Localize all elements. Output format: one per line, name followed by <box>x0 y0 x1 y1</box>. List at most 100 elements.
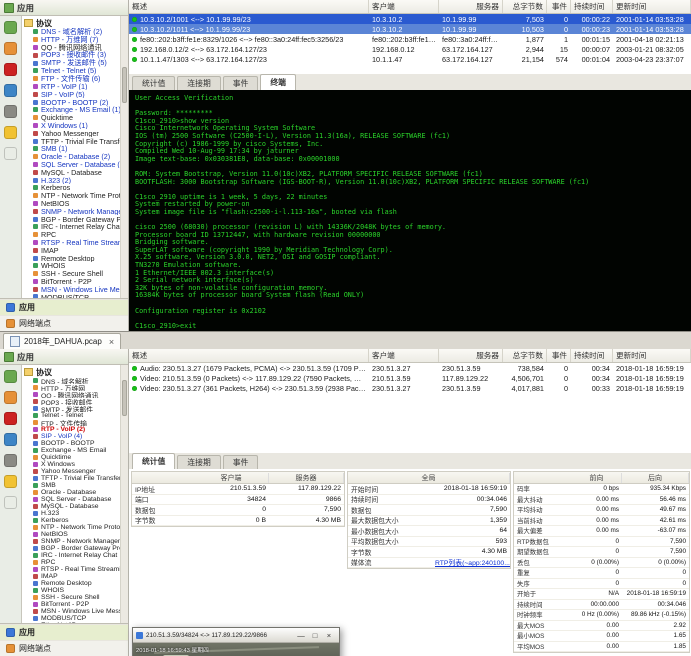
protocol-tree-item[interactable]: WHOIS <box>24 587 120 594</box>
column-header[interactable]: 客户端 <box>369 349 439 362</box>
protocol-tree-item[interactable]: TFTP - Trivial File Transfer <box>24 475 120 482</box>
session-row[interactable]: 10.3.10.2/1011 <--> 10.1.99.99/23 10.3.1… <box>129 24 691 34</box>
protocol-tree-item[interactable]: Exchange - MS Email <box>24 447 120 454</box>
column-header[interactable]: 服务器 <box>439 0 503 13</box>
column-header[interactable]: 概述 <box>129 349 369 362</box>
sidebar-view-button[interactable]: 应用 <box>0 624 128 640</box>
protocol-tree-item[interactable]: BGP - Border Gateway Protocol <box>24 215 120 223</box>
protocol-tree-item[interactable]: BOOTP - BOOTP <box>24 440 120 447</box>
protocol-tree-item[interactable]: IRC - Internet Relay Chat <box>24 223 120 231</box>
alert-icon[interactable] <box>4 433 17 446</box>
globe-icon[interactable] <box>4 391 17 404</box>
protocol-tree-item[interactable]: TFTP - Trivial File Transfer <box>24 137 120 145</box>
chart-icon[interactable] <box>4 63 17 76</box>
session-row[interactable]: 10.1.1.47/1303 <--> 63.172.164.127/23 10… <box>129 54 691 64</box>
monitor-icon[interactable] <box>4 370 17 383</box>
protocol-tree-item[interactable]: NTP - Network Time Protocol <box>24 192 120 200</box>
protocol-tree-item[interactable]: DNS - 域名解析 <box>24 377 120 384</box>
protocol-tree-item[interactable]: SSH - Secure Shell <box>24 270 120 278</box>
protocol-tree-item[interactable]: RTP - VoIP (1) <box>24 83 120 91</box>
tree-root-protocols[interactable]: 协议 <box>24 367 120 377</box>
column-header[interactable]: 持续时间 <box>571 349 613 362</box>
protocol-tree-item[interactable]: NetBIOS <box>24 200 120 208</box>
protocol-tree-item[interactable]: QQ - 腾讯网络通讯 <box>24 44 120 52</box>
protocol-tree-item[interactable]: Telnet - Telnet (5) <box>24 67 120 75</box>
tab[interactable]: 连接期 <box>177 76 220 90</box>
protocol-tree-item[interactable]: POP3 - 接收邮件 (3) <box>24 51 120 59</box>
session-row[interactable]: fe80::202:b3ff:fe1e:8329/1026 <--> fe80:… <box>129 34 691 44</box>
camera-video-frame[interactable]: 2018-01-18 16:59:43 星期四 科技服务中心 <box>133 643 339 656</box>
protocol-tree-item[interactable]: RTSP - Real Time Streaming <box>24 566 120 573</box>
protocol-tree-item[interactable]: MSN - Windows Live Messenger <box>24 608 120 615</box>
protocol-tree-item[interactable]: RTSP - Real Time Streaming (1) <box>24 239 120 247</box>
tab[interactable]: 终端 <box>260 74 296 90</box>
media-stream-row[interactable]: Video: 230.51.3.27 (361 Packets, H264) <… <box>129 383 691 393</box>
protocol-tree-item[interactable]: NetBIOS <box>24 531 120 538</box>
tree-scrollbar[interactable] <box>120 16 128 298</box>
protocol-tree-item[interactable]: MODBUS/TCP <box>24 293 120 298</box>
protocol-tree-item[interactable]: SIP - VoIP (4) <box>24 433 120 440</box>
media-stream-row[interactable]: Audio: 230.51.3.27 (1679 Packets, PCMA) … <box>129 363 691 373</box>
protocol-tree-item[interactable]: RPC <box>24 231 120 239</box>
sidebar-view-button[interactable]: 网络端点 <box>0 315 128 331</box>
protocol-tree-item[interactable]: BGP - Border Gateway Protocol <box>24 545 120 552</box>
protocol-tree-item[interactable]: SQL Server - Database (2) <box>24 161 120 169</box>
column-header[interactable]: 事件 <box>547 0 571 13</box>
protocol-tree-item[interactable]: SNMP - Network Management <box>24 538 120 545</box>
protocol-tree-item[interactable]: FTP - 文件传输 <box>24 419 120 426</box>
protocol-tree-item[interactable]: DNS - 域名解析 (2) <box>24 28 120 36</box>
protocol-tree-item[interactable]: IRC - Internet Relay Chat <box>24 552 120 559</box>
document-tab[interactable]: 2018年_DAHUA.pcap × <box>3 333 121 349</box>
globe-icon[interactable] <box>4 42 17 55</box>
protocol-tree-item[interactable]: H.323 (2) <box>24 176 120 184</box>
alert-icon[interactable] <box>4 84 17 97</box>
protocol-tree-item[interactable]: BOOTP - BOOTP (2) <box>24 98 120 106</box>
column-header[interactable]: 概述 <box>129 0 369 13</box>
protocol-tree-item[interactable]: MODBUS/TCP <box>24 615 120 622</box>
media-stream-row[interactable]: Video: 210.51.3.59 (0 Packets) <-> 117.8… <box>129 373 691 383</box>
protocol-tree-item[interactable]: H.323 <box>24 510 120 517</box>
protocol-tree-item[interactable]: RTP - VoIP (2) <box>24 426 120 433</box>
protocol-tree-item[interactable]: Quicktime <box>24 114 120 122</box>
protocol-tree-item[interactable]: X Windows (1) <box>24 122 120 130</box>
tree-root-protocols[interactable]: 协议 <box>24 18 120 28</box>
star-icon[interactable] <box>4 496 17 509</box>
protocol-tree-item[interactable]: IMAP <box>24 573 120 580</box>
protocol-tree-item[interactable]: FTP - 文件传输 (6) <box>24 75 120 83</box>
protocol-tree-item[interactable]: BitTorrent - P2P <box>24 601 120 608</box>
protocol-tree-item[interactable]: SMTP - 发送邮件 <box>24 405 120 412</box>
protocol-tree-item[interactable]: Oracle - Database (2) <box>24 153 120 161</box>
gear-icon[interactable] <box>4 475 17 488</box>
search-icon[interactable] <box>4 454 17 467</box>
protocol-tree-item[interactable]: Telnet - Telnet <box>24 412 120 419</box>
protocol-tree-item[interactable]: SIP - VoIP (5) <box>24 90 120 98</box>
protocol-tree-item[interactable]: Kerberos <box>24 517 120 524</box>
tab[interactable]: 连接期 <box>177 455 220 469</box>
tab[interactable]: 事件 <box>223 455 259 469</box>
star-icon[interactable] <box>4 147 17 160</box>
protocol-tree-item[interactable]: SQL Server - Database <box>24 496 120 503</box>
maximize-icon[interactable]: □ <box>308 629 322 641</box>
minimize-icon[interactable]: — <box>294 629 308 641</box>
column-header[interactable]: 更新时间 <box>613 349 691 362</box>
tab[interactable]: 统计值 <box>132 76 175 90</box>
protocol-tree-item[interactable]: MSN - Windows Live Messenger (1) <box>24 285 120 293</box>
protocol-tree-item[interactable]: SMB (1) <box>24 145 120 153</box>
column-header[interactable]: 更新时间 <box>613 0 691 13</box>
tree-scrollbar[interactable] <box>120 365 128 623</box>
protocol-tree-item[interactable]: Remote Desktop <box>24 254 120 262</box>
protocol-tree-item[interactable]: HTTP - 万维网 (7) <box>24 36 120 44</box>
tab[interactable]: 统计值 <box>132 453 175 469</box>
protocol-tree-item[interactable]: RPC <box>24 559 120 566</box>
sidebar-view-button[interactable]: 应用 <box>0 299 128 315</box>
column-header[interactable]: 服务器 <box>439 349 503 362</box>
protocol-tree-item[interactable]: BitTorrent - P2P <box>24 278 120 286</box>
column-header[interactable]: 总字节数 <box>503 0 547 13</box>
gear-icon[interactable] <box>4 126 17 139</box>
session-row[interactable]: 192.168.0.12/2 <--> 63.172.164.127/23 19… <box>129 44 691 54</box>
protocol-tree-item[interactable]: QQ - 腾讯网络通讯 <box>24 391 120 398</box>
protocol-tree-item[interactable]: SNMP - Network Management (2) <box>24 207 120 215</box>
protocol-tree-item[interactable]: WHOIS <box>24 262 120 270</box>
protocol-tree-item[interactable]: X Windows <box>24 461 120 468</box>
video-window-titlebar[interactable]: 210.51.3.59/34824 <-> 117.89.129.22/9866… <box>133 628 339 643</box>
